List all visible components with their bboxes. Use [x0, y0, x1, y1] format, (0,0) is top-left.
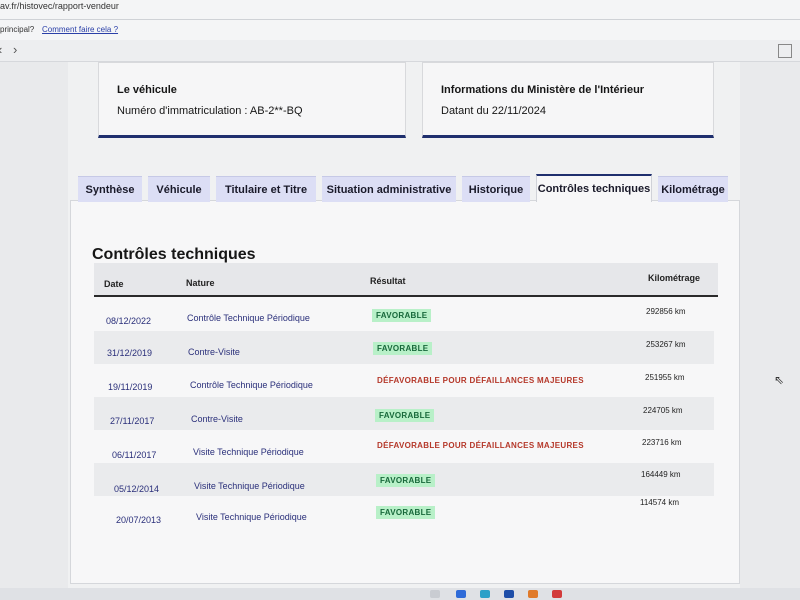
- tab-titulaire[interactable]: Titulaire et Titre: [216, 176, 316, 202]
- report-date: Datant du 22/11/2024: [441, 105, 546, 117]
- row-date: 31/12/2019: [107, 348, 153, 358]
- tab-vehicule[interactable]: Véhicule: [148, 176, 210, 202]
- row-nature: Contrôle Technique Périodique: [187, 313, 310, 323]
- ministry-card: Informations du Ministère de l'Intérieur…: [422, 62, 714, 138]
- row-date: 05/12/2014: [114, 484, 160, 494]
- taskbar-app-icon[interactable]: [480, 590, 490, 598]
- table-row: 06/11/2017 Visite Technique Périodique D…: [94, 430, 714, 463]
- table-header: Date Nature Résultat Kilométrage: [94, 263, 718, 297]
- result-badge: FAVORABLE: [376, 474, 436, 487]
- row-km: 164449 km: [641, 470, 681, 479]
- chevron-left-icon[interactable]: ‹: [0, 42, 2, 57]
- row-date: 20/07/2013: [116, 515, 162, 525]
- bookmark-question: principal?: [0, 25, 35, 34]
- table-row: 31/12/2019 Contre-Visite FAVORABLE 25326…: [94, 331, 714, 364]
- window-icon[interactable]: [778, 44, 792, 58]
- result-badge: DÉFAVORABLE POUR DÉFAILLANCES MAJEURES: [377, 441, 584, 450]
- result-badge: FAVORABLE: [373, 342, 433, 355]
- taskbar-app-icon[interactable]: [552, 590, 562, 598]
- address-bar[interactable]: av.fr/histovec/rapport-vendeur: [0, 0, 800, 20]
- row-km: 251955 km: [645, 373, 685, 382]
- col-nature: Nature: [186, 278, 215, 288]
- row-date: 06/11/2017: [112, 450, 157, 460]
- taskbar: [0, 588, 800, 600]
- vehicle-card-title: Le véhicule: [117, 84, 177, 96]
- result-badge: FAVORABLE: [375, 409, 435, 422]
- result-badge: FAVORABLE: [376, 506, 436, 519]
- row-km: 223716 km: [642, 438, 682, 447]
- row-date: 19/11/2019: [108, 382, 153, 392]
- bookmark-bar: principal? Comment faire cela ?: [0, 20, 800, 40]
- taskbar-app-icon[interactable]: [528, 590, 538, 598]
- row-km: 292856 km: [646, 307, 686, 316]
- row-km: 114574 km: [640, 498, 679, 507]
- col-date: Date: [104, 279, 124, 289]
- row-date: 27/11/2017: [110, 416, 155, 426]
- row-nature: Contre-Visite: [191, 414, 243, 424]
- taskbar-app-icon[interactable]: [430, 590, 440, 598]
- mouse-cursor-icon: ⇖: [774, 373, 785, 387]
- chevron-right-icon[interactable]: ›: [13, 42, 17, 57]
- ministry-card-title: Informations du Ministère de l'Intérieur: [441, 84, 645, 96]
- tab-historique[interactable]: Historique: [462, 176, 530, 202]
- taskbar-app-icon[interactable]: [504, 590, 514, 598]
- help-link[interactable]: Comment faire cela ?: [42, 25, 118, 34]
- tab-kilometrage[interactable]: Kilométrage: [658, 176, 728, 202]
- col-resultat: Résultat: [370, 276, 406, 286]
- tab-controles[interactable]: Contrôles techniques: [536, 174, 652, 202]
- row-nature: Visite Technique Périodique: [193, 447, 304, 457]
- row-date: 08/12/2022: [106, 316, 152, 326]
- row-nature: Visite Technique Périodique: [194, 481, 305, 491]
- nav-bar: ‹ ›: [0, 40, 800, 62]
- table-row: 08/12/2022 Contrôle Technique Périodique…: [94, 298, 714, 331]
- url-text[interactable]: av.fr/histovec/rapport-vendeur: [0, 0, 119, 12]
- vehicle-card: Le véhicule Numéro d'immatriculation : A…: [98, 62, 406, 138]
- registration-number: Numéro d'immatriculation : AB-2**-BQ: [117, 105, 303, 117]
- result-badge: DÉFAVORABLE POUR DÉFAILLANCES MAJEURES: [377, 376, 584, 385]
- row-nature: Visite Technique Périodique: [196, 512, 307, 522]
- table-row: 20/07/2013 Visite Technique Périodique F…: [94, 496, 714, 529]
- table-row: 27/11/2017 Contre-Visite FAVORABLE 22470…: [94, 397, 714, 430]
- table-row: 05/12/2014 Visite Technique Périodique F…: [94, 463, 714, 496]
- table-row: 19/11/2019 Contrôle Technique Périodique…: [94, 364, 714, 397]
- row-km: 253267 km: [646, 340, 686, 349]
- tab-synthese[interactable]: Synthèse: [78, 176, 142, 202]
- tab-situation[interactable]: Situation administrative: [322, 176, 456, 202]
- row-nature: Contre-Visite: [188, 347, 240, 357]
- row-nature: Contrôle Technique Périodique: [190, 380, 313, 390]
- row-km: 224705 km: [643, 406, 683, 415]
- taskbar-app-icon[interactable]: [456, 590, 466, 598]
- result-badge: FAVORABLE: [372, 309, 432, 322]
- col-kilometrage: Kilométrage: [648, 273, 701, 283]
- section-title: Contrôles techniques: [92, 246, 256, 263]
